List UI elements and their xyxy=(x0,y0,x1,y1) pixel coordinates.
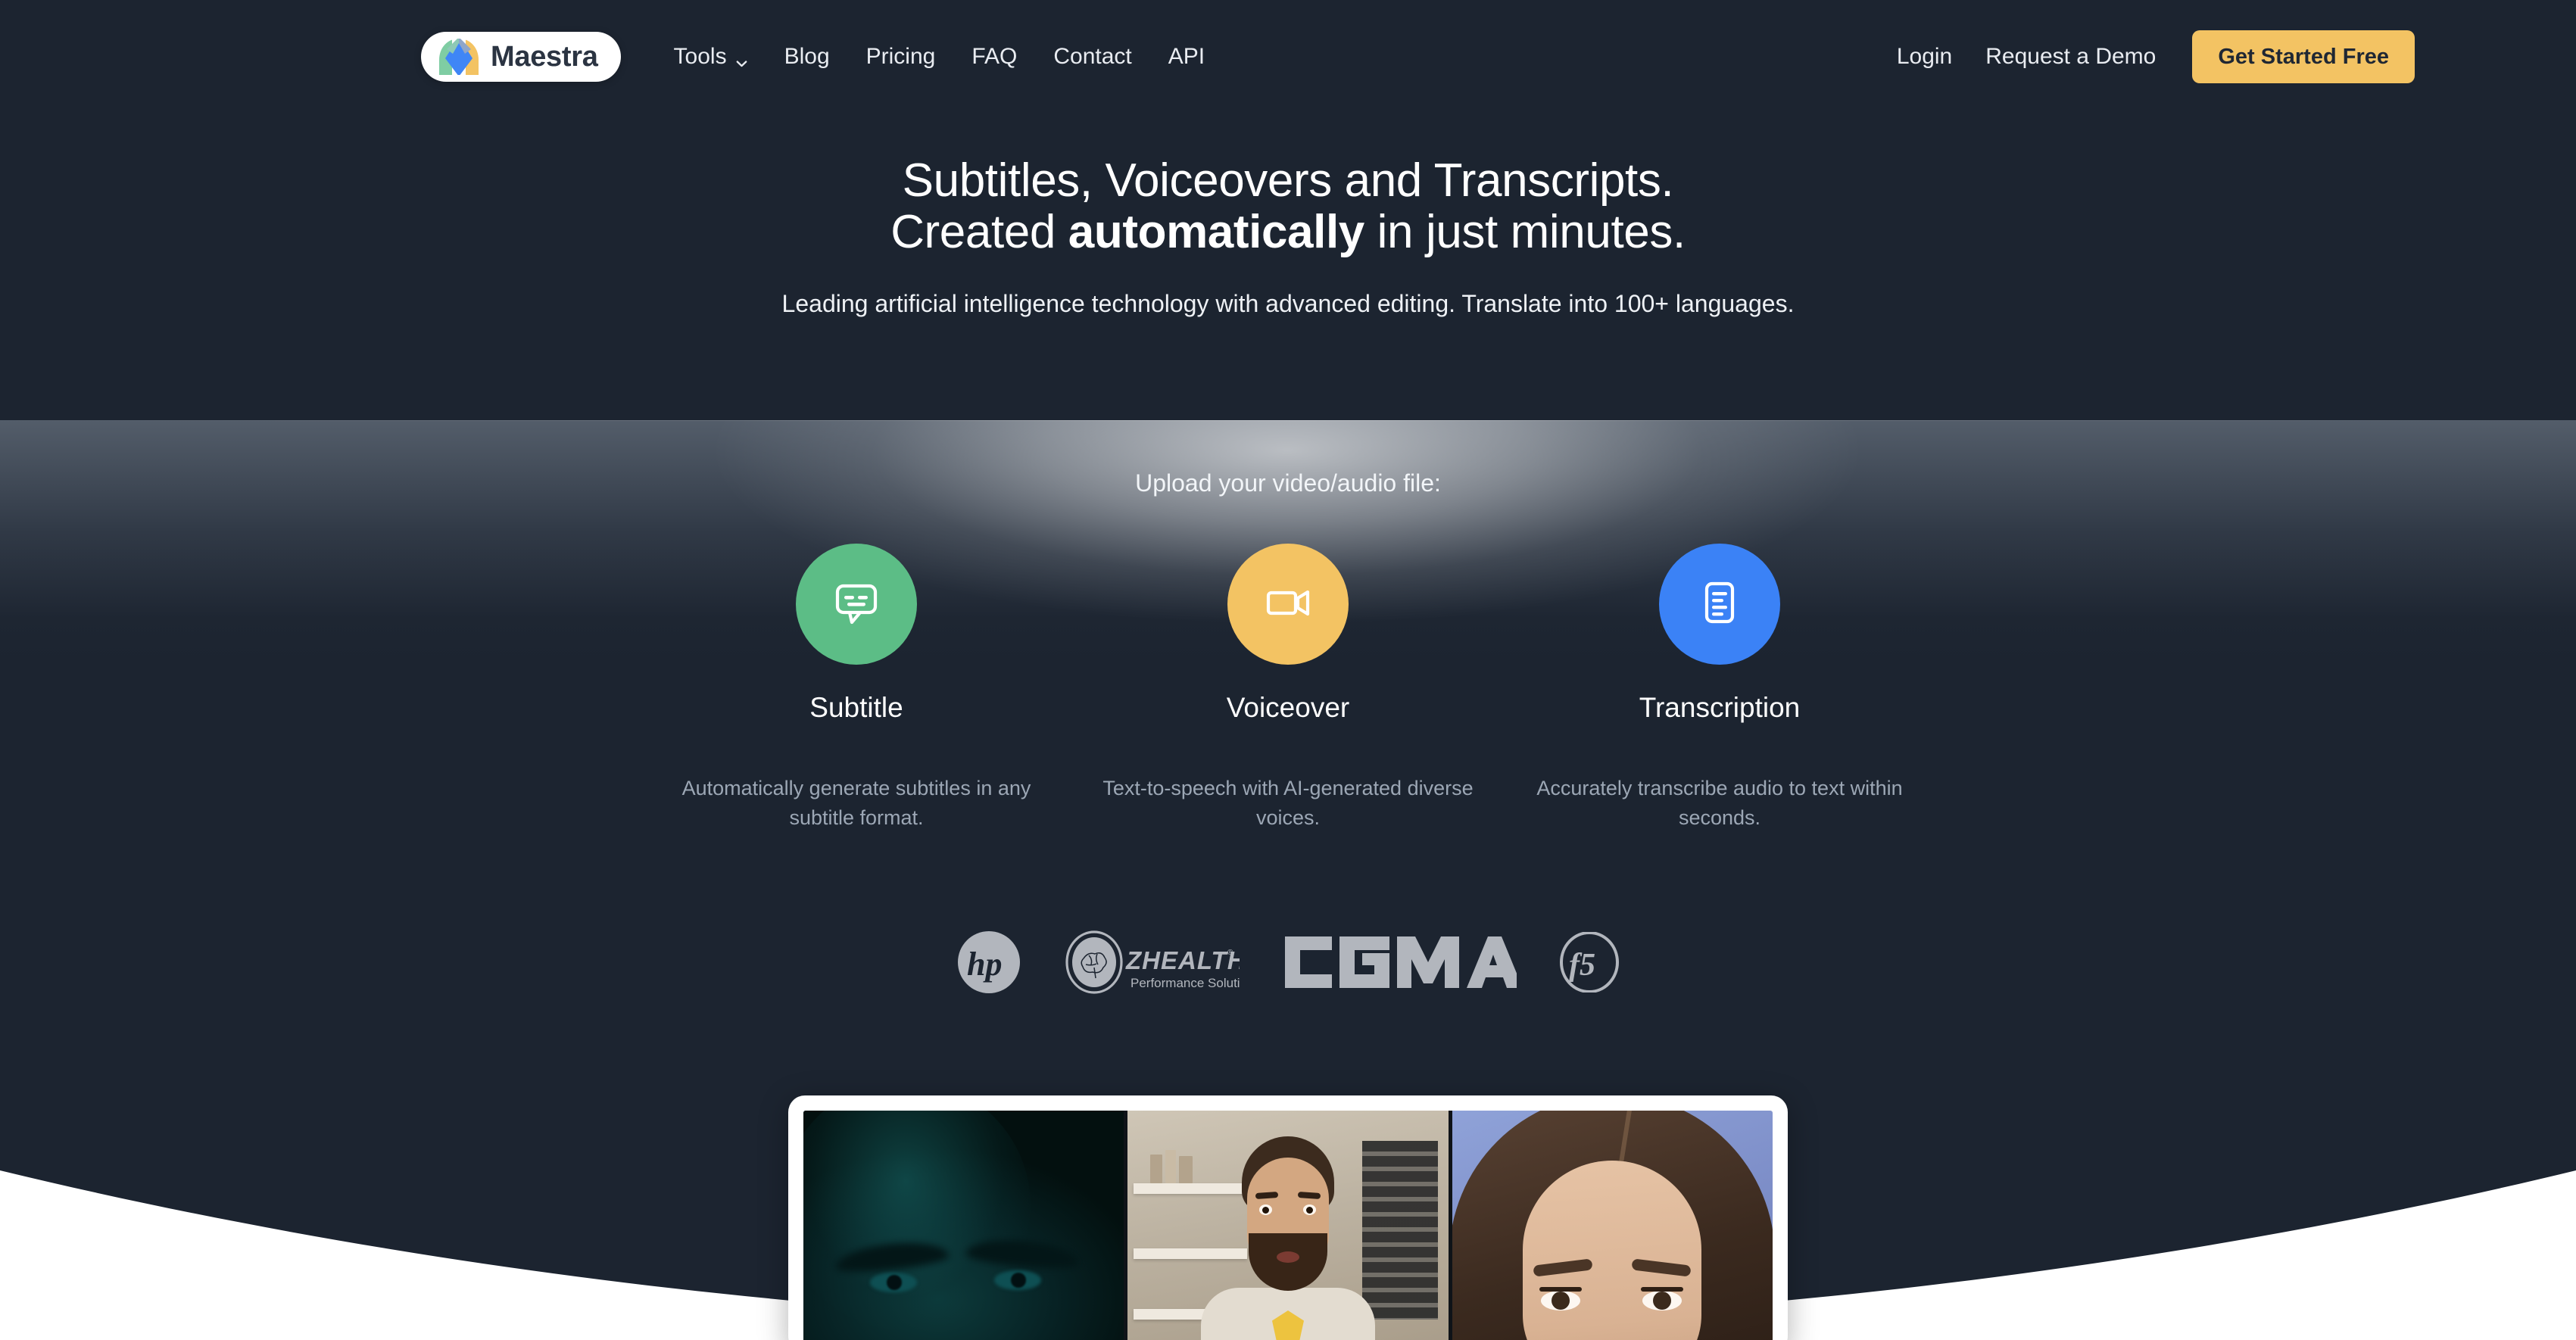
nav-item-contact[interactable]: Contact xyxy=(1035,44,1149,70)
brand-logo[interactable]: Maestra xyxy=(421,32,621,82)
upload-option-voiceover[interactable]: Voiceover Text-to-speech with AI-generat… xyxy=(1072,544,1504,833)
client-logo-cgma xyxy=(1282,932,1523,996)
headline-post: in just minutes. xyxy=(1364,206,1686,259)
maestra-arch-logo-icon xyxy=(438,37,480,76)
video-preview-strip xyxy=(803,1111,1773,1340)
video-panel-1 xyxy=(803,1111,1124,1340)
headline-pre: Created xyxy=(890,206,1068,259)
client-logo-hp: hp xyxy=(956,930,1021,999)
voiceover-title: Voiceover xyxy=(1226,692,1350,723)
hero-subheadline: Leading artificial intelligence technolo… xyxy=(781,290,1795,318)
subtitle-description: Automatically generate subtitles in any … xyxy=(681,777,1031,830)
f5-logo-icon: f5 xyxy=(1559,931,1620,996)
client-logo-zhealth: ZHEALTH ® Performance Solutions xyxy=(1064,930,1261,999)
hero-headline: Subtitles, Voiceovers and Transcripts. C… xyxy=(0,154,2576,258)
get-started-free-button[interactable]: Get Started Free xyxy=(2192,30,2415,83)
nav-item-faq[interactable]: FAQ xyxy=(953,44,1035,70)
zhealth-logo-icon: ZHEALTH ® Performance Solutions xyxy=(1064,930,1261,999)
client-logo-f5: f5 xyxy=(1559,931,1620,996)
svg-text:Performance Solutions: Performance Solutions xyxy=(1131,976,1240,990)
site-header: Maestra Tools Blog Pricing FAQ Contact A… xyxy=(0,0,2576,114)
brand-name: Maestra xyxy=(491,41,598,73)
voiceover-description: Text-to-speech with AI-generated diverse… xyxy=(1102,777,1474,830)
upload-option-transcription[interactable]: Transcription Accurately transcribe audi… xyxy=(1504,544,1935,833)
svg-text:f5: f5 xyxy=(1569,948,1595,983)
video-preview-card[interactable] xyxy=(788,1095,1788,1340)
document-lines-icon xyxy=(1692,575,1748,634)
headline-emphasis: automatically xyxy=(1068,206,1364,259)
upload-options: Subtitle Automatically generate subtitle… xyxy=(641,544,1935,833)
hp-logo-icon: hp xyxy=(956,930,1021,999)
subtitle-title: Subtitle xyxy=(809,692,903,723)
video-camera-icon xyxy=(1260,575,1316,634)
svg-text:hp: hp xyxy=(967,946,1002,983)
nav-item-tools-label: Tools xyxy=(673,44,727,69)
transcription-description: Accurately transcribe audio to text with… xyxy=(1536,777,1903,830)
header-left: Maestra Tools Blog Pricing FAQ Contact A… xyxy=(421,32,1223,82)
nav-item-blog[interactable]: Blog xyxy=(766,44,848,70)
main-nav: Tools Blog Pricing FAQ Contact API xyxy=(656,44,1224,70)
transcription-title: Transcription xyxy=(1639,692,1801,723)
hero-headline-line2: Created automatically in just minutes. xyxy=(0,207,2576,258)
request-demo-link[interactable]: Request a Demo xyxy=(1969,44,2172,70)
nav-item-api[interactable]: API xyxy=(1150,44,1223,70)
header-right: Login Request a Demo Get Started Free xyxy=(1880,30,2415,83)
upload-option-subtitle[interactable]: Subtitle Automatically generate subtitle… xyxy=(641,544,1072,833)
login-link[interactable]: Login xyxy=(1880,44,1969,70)
subtitle-icon-circle[interactable] xyxy=(796,544,917,665)
upload-prompt-label: Upload your video/audio file: xyxy=(1135,469,1441,497)
video-panel-3 xyxy=(1448,1111,1773,1340)
transcription-icon-circle[interactable] xyxy=(1659,544,1780,665)
client-logos-row: hp ZHEALTH ® Performance Solutions xyxy=(956,930,1620,999)
voiceover-icon-circle[interactable] xyxy=(1227,544,1349,665)
hero-headline-line1: Subtitles, Voiceovers and Transcripts. xyxy=(902,154,1674,207)
svg-text:®: ® xyxy=(1227,949,1233,957)
cgma-logo-icon xyxy=(1282,932,1523,996)
page-root: Maestra Tools Blog Pricing FAQ Contact A… xyxy=(0,0,2576,1340)
svg-text:ZHEALTH: ZHEALTH xyxy=(1125,946,1240,974)
speech-bubble-subtitle-icon xyxy=(828,575,884,634)
nav-item-tools[interactable]: Tools xyxy=(656,44,766,70)
chevron-down-icon xyxy=(735,51,748,67)
nav-item-pricing[interactable]: Pricing xyxy=(848,44,954,70)
video-panel-2 xyxy=(1124,1111,1449,1340)
